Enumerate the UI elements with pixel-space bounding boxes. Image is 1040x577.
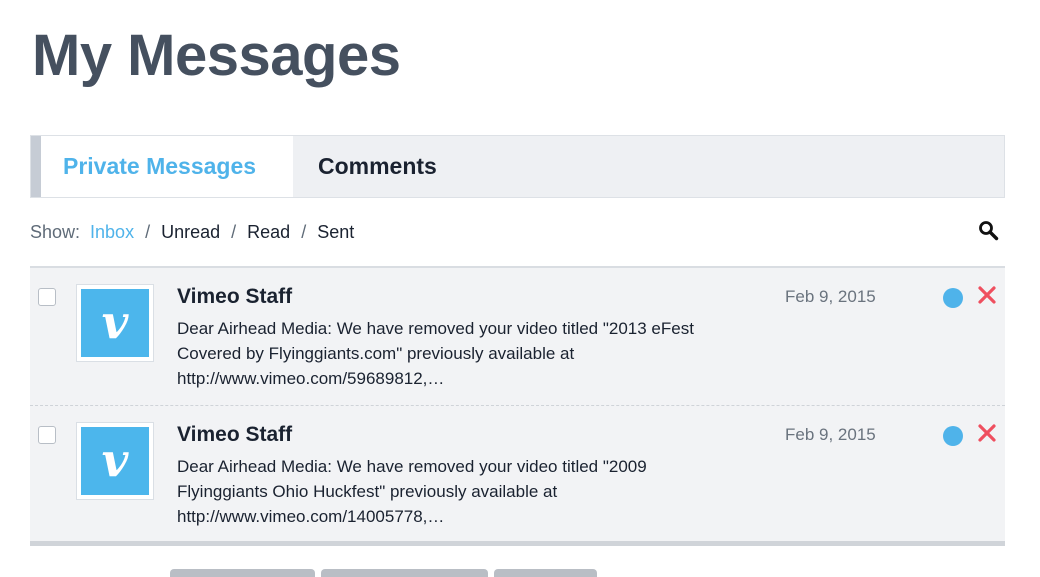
message-checkbox[interactable] — [38, 426, 56, 444]
preview-line: Dear Airhead Media: We have removed your… — [177, 457, 647, 476]
filter-separator: / — [231, 221, 237, 242]
tab-private-messages[interactable]: Private Messages — [41, 136, 293, 197]
filter-unread[interactable]: Unread — [161, 222, 220, 243]
bulk-action-button[interactable] — [170, 569, 315, 577]
preview-line: Dear Airhead Media: We have removed your… — [177, 319, 694, 338]
filter-separator: / — [145, 221, 151, 242]
message-sender[interactable]: Vimeo Staff — [177, 423, 292, 447]
svg-text:v: v — [102, 441, 130, 481]
message-date: Feb 9, 2015 — [785, 287, 876, 306]
unread-dot-icon[interactable] — [943, 426, 963, 446]
filter-sent[interactable]: Sent — [317, 222, 354, 243]
tab-comments[interactable]: Comments — [293, 136, 437, 197]
filter-read[interactable]: Read — [247, 222, 290, 243]
vimeo-logo-icon: v — [81, 289, 149, 357]
filter-label: Show: — [30, 221, 81, 242]
close-icon[interactable] — [977, 423, 997, 443]
message-date: Feb 9, 2015 — [785, 425, 876, 444]
search-icon[interactable] — [978, 220, 1000, 242]
active-tab-marker — [31, 136, 41, 197]
avatar[interactable]: v — [76, 422, 154, 500]
preview-line: Flyinggiants Ohio Huckfest" previously a… — [177, 482, 558, 501]
vimeo-logo-icon: v — [81, 427, 149, 495]
bulk-action-button[interactable] — [321, 569, 488, 577]
message-preview[interactable]: Dear Airhead Media: We have removed your… — [177, 454, 777, 529]
filter-separator: / — [301, 221, 307, 242]
message-tabs: Private Messages Comments — [30, 135, 1005, 198]
message-checkbox[interactable] — [38, 288, 56, 306]
svg-text:v: v — [102, 303, 130, 343]
preview-line: Covered by Flyinggiants.com" previously … — [177, 344, 575, 363]
message-sender[interactable]: Vimeo Staff — [177, 285, 292, 309]
filter-bar: Show: Inbox / Unread / Read / Sent — [30, 220, 1005, 244]
message-row[interactable]: v Vimeo Staff Dear Airhead Media: We hav… — [30, 268, 1005, 405]
close-icon[interactable] — [977, 285, 997, 305]
bulk-action-button[interactable] — [494, 569, 597, 577]
avatar[interactable]: v — [76, 284, 154, 362]
message-row[interactable]: v Vimeo Staff Dear Airhead Media: We hav… — [30, 405, 1005, 542]
preview-line: http://www.vimeo.com/14005778,… — [177, 507, 445, 526]
page-title: My Messages — [32, 23, 401, 88]
preview-line: http://www.vimeo.com/59689812,… — [177, 369, 445, 388]
filter-inbox[interactable]: Inbox — [90, 222, 134, 243]
message-preview[interactable]: Dear Airhead Media: We have removed your… — [177, 316, 777, 391]
unread-dot-icon[interactable] — [943, 288, 963, 308]
message-list: v Vimeo Staff Dear Airhead Media: We hav… — [30, 266, 1005, 546]
